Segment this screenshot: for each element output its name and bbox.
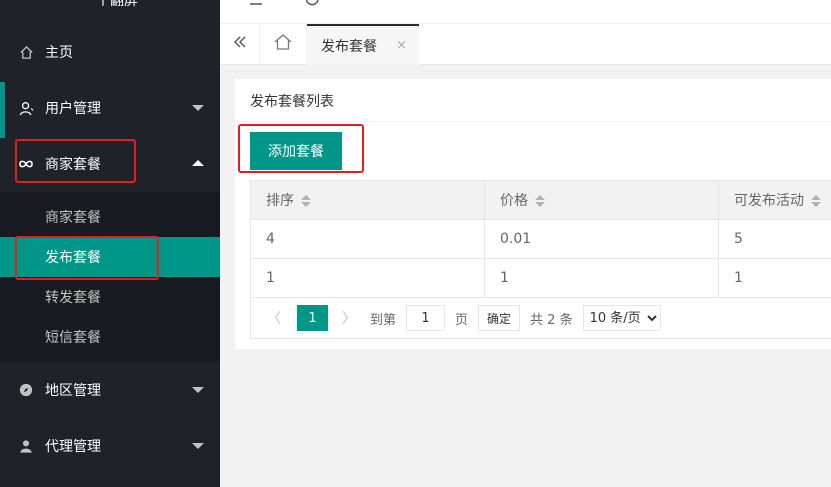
- sidebar-item-merchant-package[interactable]: 商家套餐: [0, 136, 220, 192]
- home-icon: [274, 34, 292, 54]
- next-page-button[interactable]: 〉: [342, 308, 356, 328]
- sidebar-item-home[interactable]: 主页: [0, 24, 220, 80]
- prev-page-button[interactable]: 〈: [267, 308, 281, 328]
- page-unit-label: 页: [455, 312, 469, 328]
- tab-scroll-left-button[interactable]: [220, 24, 260, 64]
- column-header-label: 价格: [500, 193, 528, 209]
- table-cell: 0.01: [484, 219, 719, 259]
- chevron-up-icon: [192, 160, 204, 166]
- column-header-label: 可发布活动: [734, 193, 804, 209]
- pagination: 〈 1 〉 到第 页 确定 共 2 条 10 条/页: [250, 298, 831, 339]
- table-cell: 5: [718, 219, 831, 259]
- current-page-button[interactable]: 1: [297, 305, 328, 331]
- sidebar: 一个翻屏 主页 用户管理 商家套餐 商家套餐 发布套餐 转发套餐 短信套餐 地区…: [0, 0, 220, 487]
- column-header-order[interactable]: 排序: [250, 180, 485, 220]
- sidebar-submenu: 商家套餐 发布套餐 转发套餐 短信套餐: [0, 192, 220, 362]
- sidebar-item-label: 地区管理: [45, 383, 101, 399]
- tab-publish-package[interactable]: 发布套餐 ×: [307, 24, 419, 65]
- person-icon: [18, 438, 34, 454]
- sidebar-item-label: 商家套餐: [45, 157, 101, 173]
- sort-icon[interactable]: [535, 194, 545, 208]
- user-icon: [18, 100, 34, 116]
- sidebar-subitem-sms-package[interactable]: 短信套餐: [0, 317, 220, 357]
- sidebar-subitem-label: 商家套餐: [45, 210, 101, 226]
- add-package-button[interactable]: 添加套餐: [250, 132, 342, 170]
- tab-label: 发布套餐: [321, 38, 377, 55]
- sidebar-item-label: 代理管理: [45, 439, 101, 455]
- menu-toggle-icon[interactable]: [250, 0, 266, 5]
- infinity-icon: [18, 156, 34, 172]
- goto-label: 到第: [370, 312, 397, 328]
- table-row[interactable]: 4 0.01 5: [250, 219, 831, 259]
- page-size-select[interactable]: 10 条/页: [582, 305, 661, 331]
- chevron-down-icon: [192, 105, 204, 111]
- close-icon[interactable]: ×: [396, 38, 407, 53]
- sidebar-subitem-label: 转发套餐: [45, 290, 101, 306]
- sidebar-subitem-label: 发布套餐: [45, 250, 101, 266]
- sidebar-subitem-forward-package[interactable]: 转发套餐: [0, 277, 220, 317]
- home-icon: [18, 44, 34, 60]
- sort-icon[interactable]: [301, 194, 311, 208]
- sidebar-item-label: 用户管理: [45, 101, 101, 117]
- tab-bar: 发布套餐 ×: [220, 24, 831, 65]
- table-cell: 1: [484, 258, 719, 298]
- top-header: [220, 0, 831, 24]
- content-card: 发布套餐列表 添加套餐 排序 价格 可发布活动 4 0.01 5 1 1 1 〈…: [235, 79, 831, 349]
- sort-icon[interactable]: [811, 194, 821, 208]
- table-cell: 1: [718, 258, 831, 298]
- table-row[interactable]: 1 1 1: [250, 258, 831, 298]
- sidebar-item-region[interactable]: 地区管理: [0, 362, 220, 418]
- sidebar-item-users[interactable]: 用户管理: [0, 80, 220, 136]
- total-count: 共 2 条: [530, 312, 573, 328]
- sidebar-item-label: 主页: [45, 45, 73, 61]
- refresh-icon[interactable]: [305, 0, 320, 6]
- table-header-row: 排序 价格 可发布活动: [250, 180, 831, 220]
- divider: [235, 121, 831, 122]
- sidebar-subitem-label: 短信套餐: [45, 330, 101, 346]
- goto-page-input[interactable]: [406, 305, 446, 331]
- chevron-down-icon: [192, 443, 204, 449]
- column-header-label: 排序: [266, 193, 294, 209]
- column-header-price[interactable]: 价格: [484, 180, 719, 220]
- sidebar-item-agent[interactable]: 代理管理: [0, 418, 220, 474]
- double-chevron-left-icon: [233, 35, 247, 53]
- package-table: 排序 价格 可发布活动 4 0.01 5 1 1 1: [250, 180, 831, 298]
- sidebar-subitem-publish-package[interactable]: 发布套餐: [0, 237, 220, 277]
- chevron-down-icon: [192, 387, 204, 393]
- sidebar-logo: 一个翻屏: [82, 0, 138, 9]
- compass-icon: [18, 382, 34, 398]
- column-header-publishable-activities[interactable]: 可发布活动: [718, 180, 831, 220]
- sidebar-subitem-merchant-package[interactable]: 商家套餐: [0, 197, 220, 237]
- table-cell: 4: [250, 219, 485, 259]
- card-title: 发布套餐列表: [250, 94, 334, 110]
- tab-home[interactable]: [260, 24, 307, 64]
- goto-confirm-button[interactable]: 确定: [478, 305, 521, 331]
- table-cell: 1: [250, 258, 485, 298]
